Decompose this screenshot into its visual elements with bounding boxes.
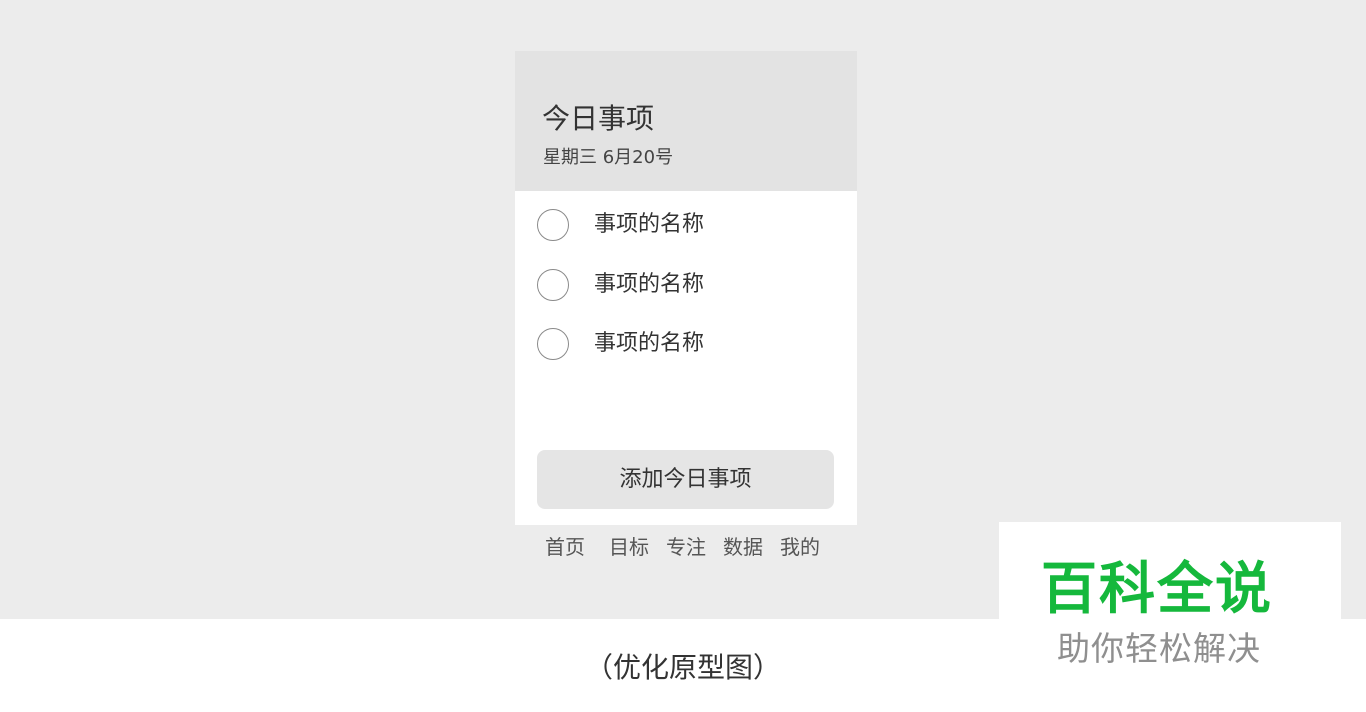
tab-home[interactable]: 首页 [545, 534, 585, 560]
page-title: 今日事项 [542, 102, 655, 135]
checkbox-circle-icon[interactable] [537, 328, 569, 360]
checkbox-circle-icon[interactable] [537, 209, 569, 241]
todo-label: 事项的名称 [594, 212, 705, 237]
date-label: 星期三 6月20号 [543, 147, 674, 168]
tab-focus[interactable]: 专注 [666, 534, 706, 560]
checkbox-circle-icon[interactable] [537, 269, 569, 301]
todo-label: 事项的名称 [594, 331, 705, 356]
todo-label: 事项的名称 [594, 272, 705, 297]
tab-goals[interactable]: 目标 [609, 534, 649, 560]
bottom-tab-bar: 首页 目标 专注 数据 我的 [515, 525, 857, 569]
todo-item[interactable]: 事项的名称 [537, 268, 837, 304]
today-header: 今日事项 星期三 6月20号 [515, 51, 857, 191]
add-today-item-button[interactable]: 添加今日事项 [537, 450, 834, 509]
tab-data[interactable]: 数据 [723, 534, 763, 560]
todo-item[interactable]: 事项的名称 [537, 327, 837, 363]
watermark-title: 百科全说 [1041, 557, 1273, 622]
tab-mine[interactable]: 我的 [780, 534, 820, 560]
phone-mockup: 今日事项 星期三 6月20号 事项的名称 事项的名称 事项的名称 添加今日事项 … [515, 51, 857, 569]
todo-item[interactable]: 事项的名称 [537, 208, 837, 244]
watermark-logo: 百科全说 助你轻松解决 [999, 522, 1341, 680]
watermark-subtitle: 助你轻松解决 [1057, 629, 1261, 668]
